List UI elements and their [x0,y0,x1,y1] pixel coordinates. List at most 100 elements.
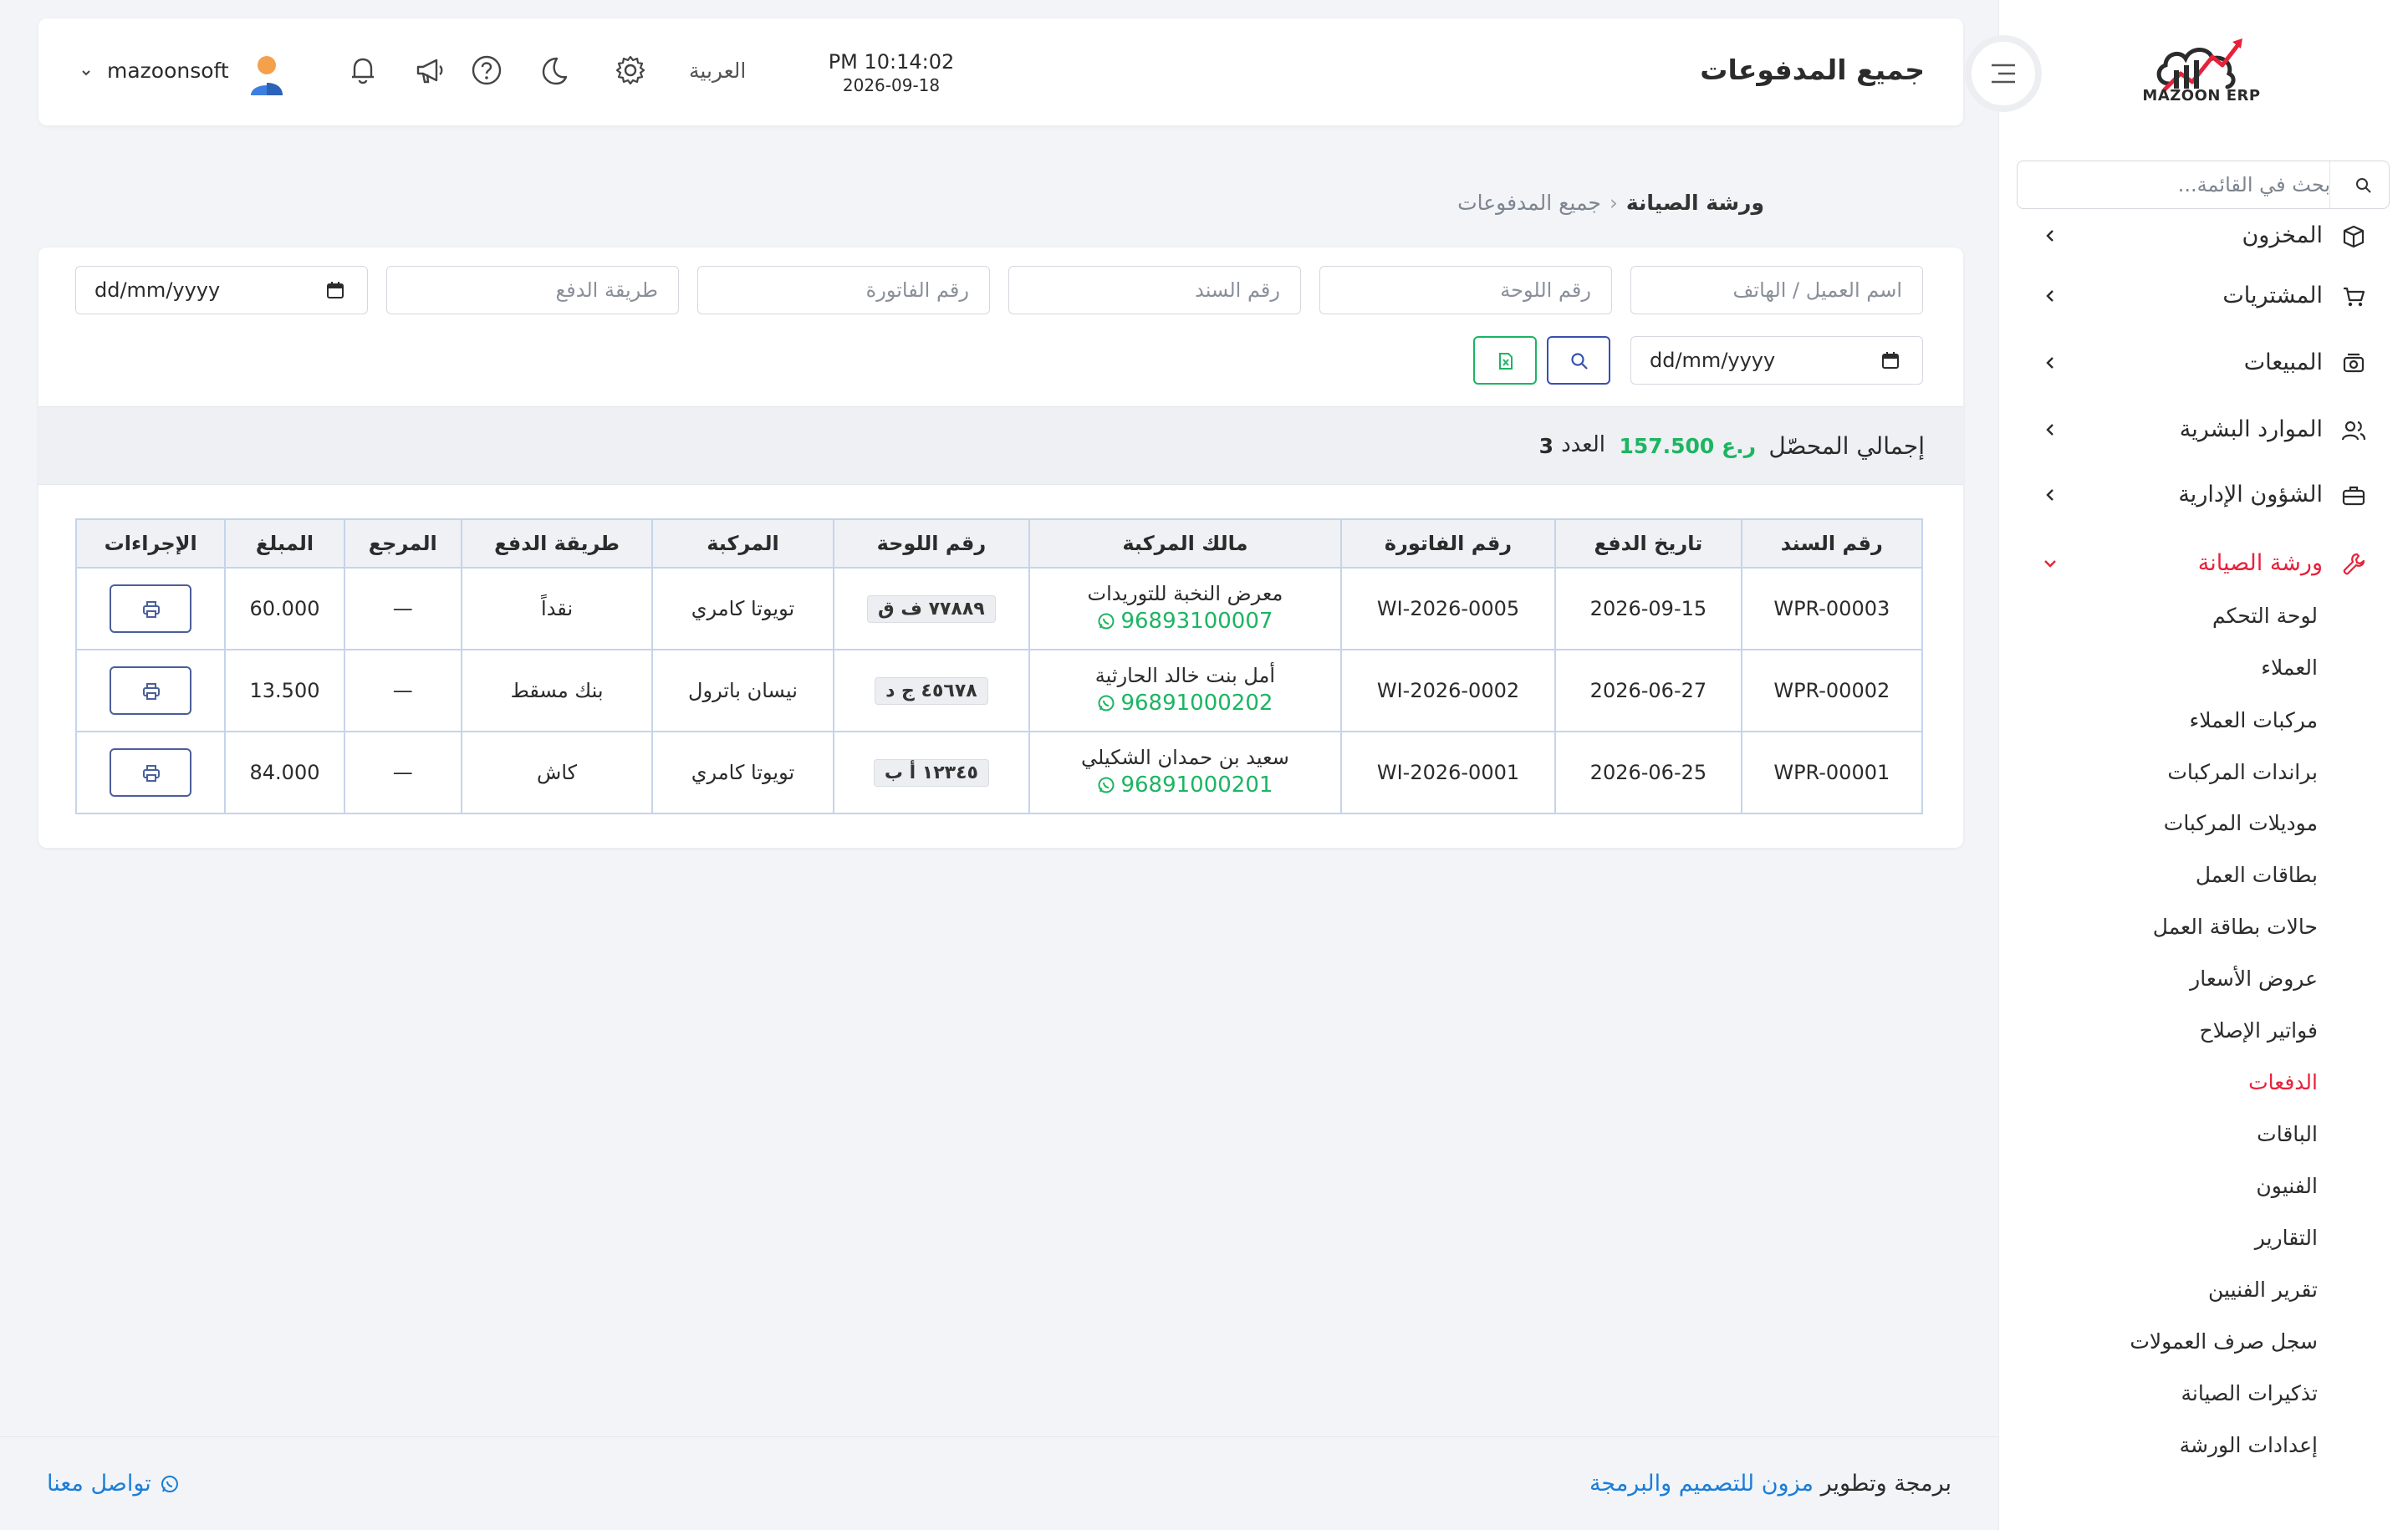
breadcrumb: ورشة الصيانة ‹ جميع المدفوعات [1457,191,1764,215]
sidebar-subitem-vehicle-models[interactable]: موديلات المركبات [2164,811,2318,835]
search-icon [1571,353,1588,370]
user-name[interactable]: mazoonsoft [107,59,229,83]
print-button[interactable] [110,748,192,797]
search-icon [2355,177,2372,194]
col-amount: المبلغ [224,518,345,569]
avatar[interactable] [246,52,288,99]
table-row: WPR-00003 2026-09-15 WI-2026-0005 معرض ا… [74,567,1924,650]
date-from-field[interactable]: dd/mm/yyyy [75,266,368,314]
sidebar-subitem-technicians[interactable]: الفنيون [2256,1174,2318,1198]
breadcrumb-parent[interactable]: ورشة الصيانة [1626,191,1764,215]
invoice-link[interactable]: WI-2026-0002 [1339,649,1557,732]
voucher-cell[interactable]: WPR-00002 [1740,649,1924,732]
whatsapp-icon [1098,777,1115,793]
sidebar-subitem-quotations[interactable]: عروض الأسعار [2190,966,2318,991]
sidebar-subitem-vehicle-brands[interactable]: براندات المركبات [2167,760,2318,784]
users-icon [2341,418,2366,443]
sidebar-subitem-maintenance-reminders[interactable]: تذكيرات الصيانة [2181,1381,2318,1405]
amount-cell: 84.000 [224,731,345,814]
clock-date: 2026-09-18 [842,75,941,95]
sidebar-item-purchases[interactable]: المشتريات [1998,273,2408,319]
excel-icon [1499,353,1513,370]
voucher-filter[interactable] [1008,266,1301,314]
date-from-value: dd/mm/yyyy [94,278,221,302]
sidebar-item-hr[interactable]: الموارد البشرية [1998,406,2408,453]
invoice-link[interactable]: WI-2026-0005 [1339,567,1557,650]
sidebar-subitem-customer-vehicles[interactable]: مركبات العملاء [2190,708,2318,732]
sidebar-subitem-repair-invoices[interactable]: فواتير الإصلاح [2199,1018,2318,1043]
sidebar-subitem-reports[interactable]: التقارير [2255,1226,2318,1250]
plate-filter[interactable] [1319,266,1612,314]
settings-icon[interactable] [612,52,649,89]
print-button[interactable] [110,666,192,715]
owner-name: معرض النخبة للتوريدات [1087,582,1283,605]
col-invoice: رقم الفاتورة [1339,518,1557,569]
dark-mode-icon[interactable] [535,52,572,89]
export-excel-button[interactable] [1473,336,1537,385]
date-to-field[interactable]: dd/mm/yyyy [1630,336,1923,385]
contact-us-link[interactable]: تواصل معنا [47,1471,180,1497]
sidebar-subitem-workshop-settings[interactable]: إعدادات الورشة [2180,1433,2318,1457]
footer-credit-link[interactable]: مزون للتصميم والبرمجة [1589,1471,1814,1497]
plate-cell: ٧٧٨٨٩ ف ق [832,567,1031,650]
owner-phone[interactable]: 96891000202 [1120,691,1273,716]
sidebar-search[interactable] [2017,161,2390,209]
payments-table: رقم السند تاريخ الدفع رقم الفاتورة مالك … [74,518,1924,814]
footer-credit-prefix: برمجة وتطوير [1820,1471,1951,1497]
voucher-filter-input[interactable] [1009,267,1300,314]
customer-filter[interactable] [1630,266,1923,314]
clock-time: PM 10:14:02 [828,50,955,74]
megaphone-icon[interactable] [411,52,448,89]
sidebar-subitem-commission-log[interactable]: سجل صرف العمولات [2130,1329,2318,1354]
reference-cell: — [343,731,462,814]
payment-method-filter-input[interactable] [387,267,678,314]
count-label: العدد [1561,432,1605,457]
wrench-icon [2341,552,2366,577]
col-vehicle: المركبة [651,518,834,569]
owner-phone-link[interactable]: 96891000201 [1097,773,1273,798]
sidebar-search-input[interactable] [2046,168,2330,201]
amount-cell: 60.000 [224,567,345,650]
sidebar-subitem-customers[interactable]: العملاء [2261,655,2318,680]
sidebar-item-label: الشؤون الإدارية [2178,482,2323,507]
calendar-icon[interactable] [1880,350,1900,370]
help-icon[interactable] [468,52,505,89]
owner-phone-link[interactable]: 96891000202 [1097,691,1273,716]
actions-cell [74,731,227,814]
vehicle-cell: تويوتا كامري [651,567,834,650]
invoice-link[interactable]: WI-2026-0001 [1339,731,1557,814]
contact-us-label[interactable]: تواصل معنا [47,1471,151,1497]
sidebar-subitem-technician-report[interactable]: تقرير الفنيين [2208,1278,2318,1302]
plate-badge: ٤٥٦٧٨ ج د [875,676,988,705]
owner-phone[interactable]: 96891000201 [1120,773,1273,798]
sidebar-toggle-button[interactable] [1965,35,2042,112]
owner-name: أمل بنت خالد الحارثية [1094,664,1276,687]
customer-filter-input[interactable] [1631,267,1922,314]
reference-cell: — [343,567,462,650]
sidebar-item-admin[interactable]: الشؤون الإدارية [1998,472,2408,518]
sidebar-subitem-packages[interactable]: الباقات [2257,1122,2318,1146]
sidebar-subitem-dashboard[interactable]: لوحة التحكم [2212,604,2318,628]
owner-cell: سعيد بن حمدان الشكيلي 96891000201 [1028,731,1342,814]
payment-method-filter[interactable] [386,266,679,314]
search-button[interactable] [1547,336,1610,385]
bell-icon[interactable] [344,52,381,89]
sidebar-subitem-payments[interactable]: الدفعات [2248,1070,2318,1094]
sidebar-subitem-job-cards[interactable]: بطاقات العمل [2196,863,2318,887]
invoice-filter[interactable] [697,266,990,314]
chevron-down-icon[interactable] [80,67,92,79]
voucher-cell[interactable]: WPR-00001 [1740,731,1924,814]
language-switch[interactable]: العربية [689,59,746,83]
sidebar-item-inventory[interactable]: المخزون [1998,212,2408,259]
sidebar-subitem-job-card-statuses[interactable]: حالات بطاقة العمل [2153,915,2318,939]
owner-phone-link[interactable]: 96893100007 [1097,609,1273,634]
sidebar-item-workshop[interactable]: ورشة الصيانة [1998,540,2408,587]
print-button[interactable] [110,584,192,633]
owner-phone[interactable]: 96893100007 [1120,609,1273,634]
plate-filter-input[interactable] [1320,267,1611,314]
voucher-cell[interactable]: WPR-00003 [1740,567,1924,650]
sidebar-item-sales[interactable]: المبيعات [1998,339,2408,386]
calendar-icon[interactable] [325,280,345,300]
invoice-filter-input[interactable] [698,267,989,314]
whatsapp-icon [161,1475,178,1492]
